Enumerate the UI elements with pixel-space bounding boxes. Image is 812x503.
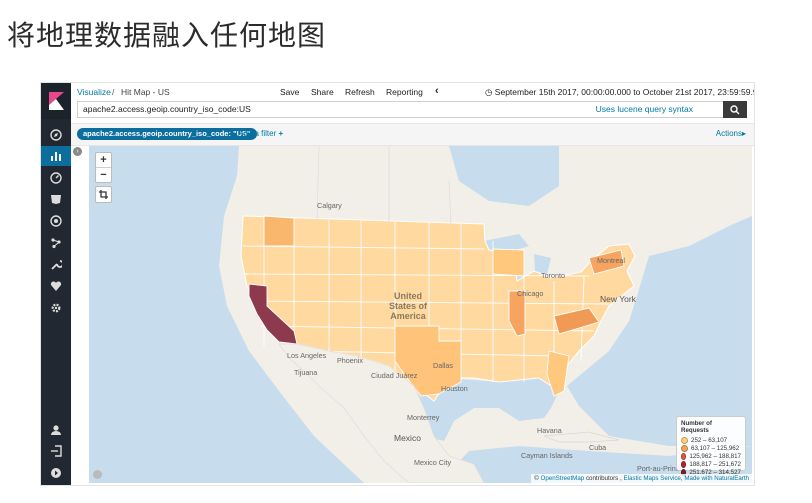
legend-item: 252 – 63,107 (681, 436, 741, 444)
breadcrumb-separator: / (112, 87, 115, 97)
user-icon[interactable] (41, 420, 71, 440)
filter-pill[interactable]: apache2.access.geoip.country_iso_code: "… (77, 128, 257, 140)
label-new-york: New York (600, 294, 636, 304)
osm-link[interactable]: OpenStreetMap (541, 475, 585, 482)
zoom-controls: + − (95, 152, 112, 183)
zoom-out-button[interactable]: − (96, 167, 111, 182)
state-washington (263, 215, 295, 247)
collapse-nav-icon[interactable] (41, 463, 71, 483)
actions-label: Actions (715, 129, 742, 138)
search-icon (730, 104, 740, 114)
legend-swatch (681, 444, 688, 452)
label-cayman-islands: Cayman Islands (521, 451, 573, 460)
label-houston: Houston (441, 384, 468, 393)
logout-icon[interactable] (41, 441, 71, 461)
label-us-line3: America (390, 311, 426, 321)
kibana-logo[interactable] (41, 83, 71, 119)
label-us-line1: United (394, 291, 422, 301)
label-phoenix: Phoenix (337, 356, 363, 365)
attrib-contributors: contributors , (585, 475, 622, 482)
save-button[interactable]: Save (280, 87, 299, 97)
ems-link[interactable]: Elastic Maps Service (623, 475, 680, 482)
state-minnesota (492, 248, 525, 277)
filter-bar: apache2.access.geoip.country_iso_code: "… (71, 123, 754, 146)
time-range-label: September 15th 2017, 00:00:00.000 to Oct… (494, 87, 755, 97)
kibana-window: Visualize / Hit Map - US Save Share Refr… (40, 82, 755, 486)
legend-swatch (681, 460, 687, 468)
label-tijuana: Tijuana (294, 368, 318, 377)
top-bar: Visualize / Hit Map - US Save Share Refr… (71, 83, 754, 101)
monitoring-icon[interactable] (41, 276, 71, 296)
query-input[interactable]: apache2.access.geoip.country_iso_code:US… (77, 101, 724, 118)
legend-item: 63,107 – 125,962 (681, 444, 741, 452)
legend-item: 188,817 – 251,672 (681, 460, 741, 468)
label-us-line2: States of (389, 301, 428, 311)
label-dallas: Dallas (433, 361, 453, 370)
refresh-button[interactable]: Refresh (345, 87, 375, 97)
map-info-icon[interactable] (93, 470, 102, 479)
fit-bounds-button[interactable] (95, 186, 112, 203)
legend-label: 125,962 – 188,817 (689, 452, 741, 460)
label-toronto: Toronto (541, 271, 565, 280)
clock-icon: ◷ (485, 87, 493, 97)
label-chicago: Chicago (517, 289, 544, 298)
legend-label: 252 – 63,107 (691, 436, 728, 444)
graph-icon[interactable] (41, 233, 71, 253)
map-attribution: © OpenStreetMap contributors , Elastic M… (531, 474, 752, 483)
visualize-icon[interactable] (41, 146, 71, 166)
reporting-button[interactable]: Reporting (386, 87, 423, 97)
time-range-picker[interactable]: ◷ September 15th 2017, 00:00:00.000 to O… (485, 87, 755, 98)
label-cuba: Cuba (589, 443, 607, 452)
caret-right-icon: ▸ (741, 129, 746, 138)
legend-label: 63,107 – 125,962 (691, 444, 740, 452)
legend-swatch (681, 436, 688, 444)
attrib-copyright: © (534, 475, 539, 482)
label-montreal: Montreal (597, 256, 625, 265)
map-legend: Number of Requests 252 – 63,107 63,107 –… (676, 416, 746, 476)
breadcrumb-current: Hit Map - US (121, 87, 170, 97)
page-heading: 将地理数据融入任何地图 (7, 19, 327, 52)
label-havana: Havana (537, 426, 562, 435)
plus-icon: + (278, 129, 284, 138)
legend-swatch (681, 452, 687, 460)
timelion-icon[interactable] (41, 189, 71, 209)
label-calgary: Calgary (317, 201, 342, 210)
crop-icon (99, 190, 108, 199)
collapse-editor-icon[interactable]: › (73, 147, 82, 156)
label-united-states: United States of America (389, 291, 427, 321)
label-mexico: Mexico (394, 433, 421, 443)
query-text: apache2.access.geoip.country_iso_code:US (83, 104, 251, 114)
management-gear-icon[interactable] (41, 298, 71, 318)
machine-learning-icon[interactable] (41, 211, 71, 231)
label-los-angeles: Los Angeles (287, 351, 327, 360)
dev-tools-icon[interactable] (41, 255, 71, 275)
dashboard-icon[interactable] (41, 168, 71, 188)
map-panel[interactable]: + − Calgary United States of America Tor… (89, 146, 752, 483)
legend-title: Number of Requests (681, 420, 712, 434)
lucene-syntax-link[interactable]: Uses lucene query syntax (596, 104, 693, 114)
side-navigation (41, 83, 71, 485)
zoom-in-button[interactable]: + (96, 153, 111, 167)
label-ciudad-juarez: Ciudad Juárez (371, 371, 418, 380)
label-mexico-city: Mexico City (414, 458, 452, 467)
add-filter-link[interactable]: Add a filter + (238, 129, 283, 138)
search-button[interactable] (723, 101, 747, 118)
time-back-chevron-icon[interactable]: ‹ (435, 85, 439, 97)
discover-icon[interactable] (41, 125, 71, 145)
label-monterrey: Monterrey (407, 413, 440, 422)
natural-earth-link[interactable]: Made with NaturalEarth (684, 475, 749, 482)
add-filter-label: Add a filter (238, 129, 277, 138)
actions-menu[interactable]: Actions▸ (716, 129, 746, 138)
attrib-sep: , (680, 475, 683, 482)
breadcrumb-visualize-link[interactable]: Visualize (77, 87, 111, 97)
legend-label: 188,817 – 251,672 (689, 460, 741, 468)
share-button[interactable]: Share (311, 87, 334, 97)
legend-item: 125,962 – 188,817 (681, 452, 741, 460)
